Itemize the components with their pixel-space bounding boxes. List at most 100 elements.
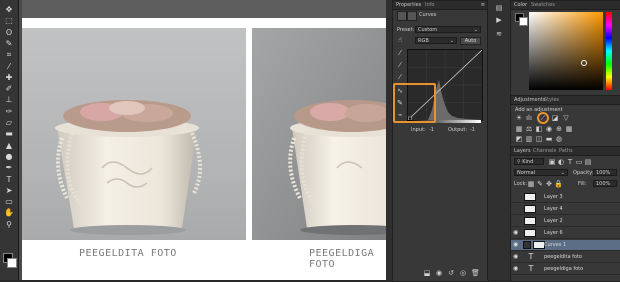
crop-icon[interactable]: ⌗ bbox=[3, 49, 15, 60]
invert-icon[interactable]: ◩ bbox=[515, 135, 523, 143]
view-previous-icon[interactable]: ◉ bbox=[435, 269, 443, 277]
visibility-eye-icon[interactable]: ◉ bbox=[513, 241, 519, 249]
dodge-icon[interactable]: ● bbox=[3, 151, 15, 162]
background-color-swatch[interactable] bbox=[7, 258, 17, 268]
hue-slider[interactable] bbox=[606, 12, 612, 90]
layer-row[interactable]: Layer 4 bbox=[511, 204, 620, 215]
gradient-icon[interactable]: ▬ bbox=[3, 128, 15, 139]
visibility-eye-icon[interactable]: ◉ bbox=[513, 253, 519, 261]
posterize-icon[interactable]: ▥ bbox=[525, 135, 533, 143]
curves-icon bbox=[397, 11, 407, 21]
shape-icon[interactable]: ▭ bbox=[3, 196, 15, 207]
color-picker-handle[interactable] bbox=[581, 60, 587, 66]
gradient-map-icon[interactable]: ▬ bbox=[545, 135, 553, 143]
opacity-input[interactable]: 100% bbox=[593, 169, 617, 176]
preset-select[interactable]: Custom ⌄ bbox=[415, 26, 481, 33]
gray-point-eyedropper-icon[interactable]: ⁄ bbox=[396, 61, 404, 69]
layer-row[interactable]: ◉ Tpeegeldita foto bbox=[511, 252, 620, 263]
channel-select[interactable]: RGB ⌄ bbox=[415, 37, 457, 44]
icon-dock: ▤ ▶ ≋ bbox=[487, 0, 511, 280]
path-select-icon[interactable]: ➤ bbox=[3, 185, 15, 196]
actions-icon[interactable]: ▶ bbox=[495, 16, 503, 24]
color-balance-icon[interactable]: ⚖ bbox=[525, 125, 533, 133]
blur-icon[interactable]: ▲ bbox=[3, 140, 15, 151]
lasso-icon[interactable]: ʘ bbox=[3, 27, 15, 38]
brush-presets-icon[interactable]: ≋ bbox=[495, 30, 503, 38]
exposure-icon[interactable]: ◪ bbox=[551, 114, 559, 122]
filter-adjustment-icon[interactable]: ◐ bbox=[557, 158, 565, 166]
layer-row[interactable]: ◉ Layer 6 bbox=[511, 228, 620, 239]
filter-pixel-icon[interactable]: ▣ bbox=[548, 158, 556, 166]
tab-properties[interactable]: Properties bbox=[396, 2, 421, 8]
layer-filter-select[interactable]: ⚲ Kind bbox=[514, 158, 544, 165]
move-icon[interactable]: ✥ bbox=[3, 4, 15, 15]
tab-paths[interactable]: Paths bbox=[559, 148, 573, 154]
black-point-eyedropper-icon[interactable]: ⁄ bbox=[396, 49, 404, 57]
document-canvas[interactable]: PEEGELDITA FOTO PEEGELDIGA FOTO bbox=[19, 18, 386, 280]
eyedropper-icon[interactable]: ⁄ bbox=[3, 61, 15, 72]
healing-icon[interactable]: ✚ bbox=[3, 72, 15, 83]
visibility-eye-icon[interactable] bbox=[513, 205, 519, 213]
layer-name: peegeldita foto bbox=[544, 254, 582, 260]
blend-mode-select[interactable]: Normal ⌄ bbox=[514, 169, 568, 176]
clip-to-layer-icon[interactable]: ⬓ bbox=[423, 269, 431, 277]
type-icon[interactable]: T bbox=[3, 174, 15, 185]
black-white-icon[interactable]: ◧ bbox=[535, 125, 543, 133]
background-swatch[interactable] bbox=[519, 17, 528, 26]
tab-swatches[interactable]: Swatches bbox=[531, 2, 555, 8]
lock-label: Lock: bbox=[514, 181, 528, 187]
delete-icon[interactable]: 🗑 bbox=[471, 269, 480, 277]
layer-row[interactable]: ◉ Tpeegeldiga foto bbox=[511, 264, 620, 275]
eraser-icon[interactable]: ▱ bbox=[3, 117, 15, 128]
threshold-icon[interactable]: ◫ bbox=[535, 135, 543, 143]
tab-adjustments[interactable]: Adjustments bbox=[514, 97, 545, 103]
color-lookup-icon[interactable]: ▦ bbox=[565, 125, 573, 133]
stamp-icon[interactable]: ⊥ bbox=[3, 94, 15, 105]
visibility-eye-icon[interactable]: ◉ bbox=[513, 265, 519, 273]
filter-type-icon[interactable]: T bbox=[566, 158, 574, 166]
brightness-icon[interactable]: ☀ bbox=[515, 114, 523, 122]
on-image-adjust-icon[interactable]: ☝ bbox=[396, 36, 404, 44]
tab-layers[interactable]: Layers bbox=[514, 148, 531, 154]
white-point-eyedropper-icon[interactable]: ⁄ bbox=[396, 73, 404, 81]
bucket-photo-left bbox=[22, 28, 246, 240]
visibility-eye-icon[interactable]: ◉ bbox=[513, 229, 519, 237]
mask-icon[interactable] bbox=[407, 11, 417, 21]
hand-icon[interactable]: ✋ bbox=[3, 207, 15, 218]
reset-icon[interactable]: ↺ bbox=[447, 269, 455, 277]
brush-icon[interactable]: ✐ bbox=[3, 83, 15, 94]
quick-select-icon[interactable]: ✎ bbox=[3, 38, 15, 49]
layer-row[interactable]: Layer 3 bbox=[511, 192, 620, 203]
hue-saturation-icon[interactable]: ▦ bbox=[515, 125, 523, 133]
tab-channels[interactable]: Channels bbox=[533, 148, 556, 154]
tab-info[interactable]: Info bbox=[425, 2, 434, 8]
tab-styles[interactable]: Styles bbox=[544, 97, 559, 103]
layer-row[interactable]: Layer 2 bbox=[511, 216, 620, 227]
filter-smart-icon[interactable]: ▤ bbox=[584, 158, 592, 166]
lock-transparent-icon[interactable]: ▦ bbox=[527, 180, 535, 188]
lock-image-icon[interactable]: ✎ bbox=[536, 180, 544, 188]
vibrance-icon[interactable]: ▽ bbox=[562, 114, 570, 122]
levels-icon[interactable]: ılı bbox=[525, 114, 533, 122]
auto-button[interactable]: Auto bbox=[460, 37, 481, 45]
layer-row[interactable]: ◉ Curves 1 bbox=[511, 240, 620, 251]
filter-shape-icon[interactable]: ▭ bbox=[575, 158, 583, 166]
color-field[interactable] bbox=[529, 12, 603, 90]
visibility-icon[interactable]: ◎ bbox=[459, 269, 467, 277]
visibility-eye-icon[interactable] bbox=[513, 217, 519, 225]
history-icon[interactable]: ▤ bbox=[495, 4, 503, 12]
pen-icon[interactable]: ✒ bbox=[3, 162, 15, 173]
zoom-icon[interactable]: ⚲ bbox=[3, 219, 15, 230]
visibility-eye-icon[interactable] bbox=[513, 193, 519, 201]
history-brush-icon[interactable]: ✑ bbox=[3, 106, 15, 117]
photo-filter-icon[interactable]: ◉ bbox=[545, 125, 553, 133]
curves-adjustment-icon[interactable]: ⟋ bbox=[537, 112, 549, 124]
lock-all-icon[interactable]: 🔒 bbox=[554, 180, 563, 188]
fill-input[interactable]: 100% bbox=[593, 180, 617, 187]
lock-position-icon[interactable]: ✥ bbox=[545, 180, 553, 188]
marquee-icon[interactable]: ⬚ bbox=[3, 15, 15, 26]
tab-color[interactable]: Color bbox=[514, 2, 527, 8]
panel-menu-icon[interactable]: ≡ bbox=[481, 2, 485, 8]
channel-mixer-icon[interactable]: ⊕ bbox=[555, 125, 563, 133]
selective-color-icon[interactable]: ◍ bbox=[555, 135, 563, 143]
